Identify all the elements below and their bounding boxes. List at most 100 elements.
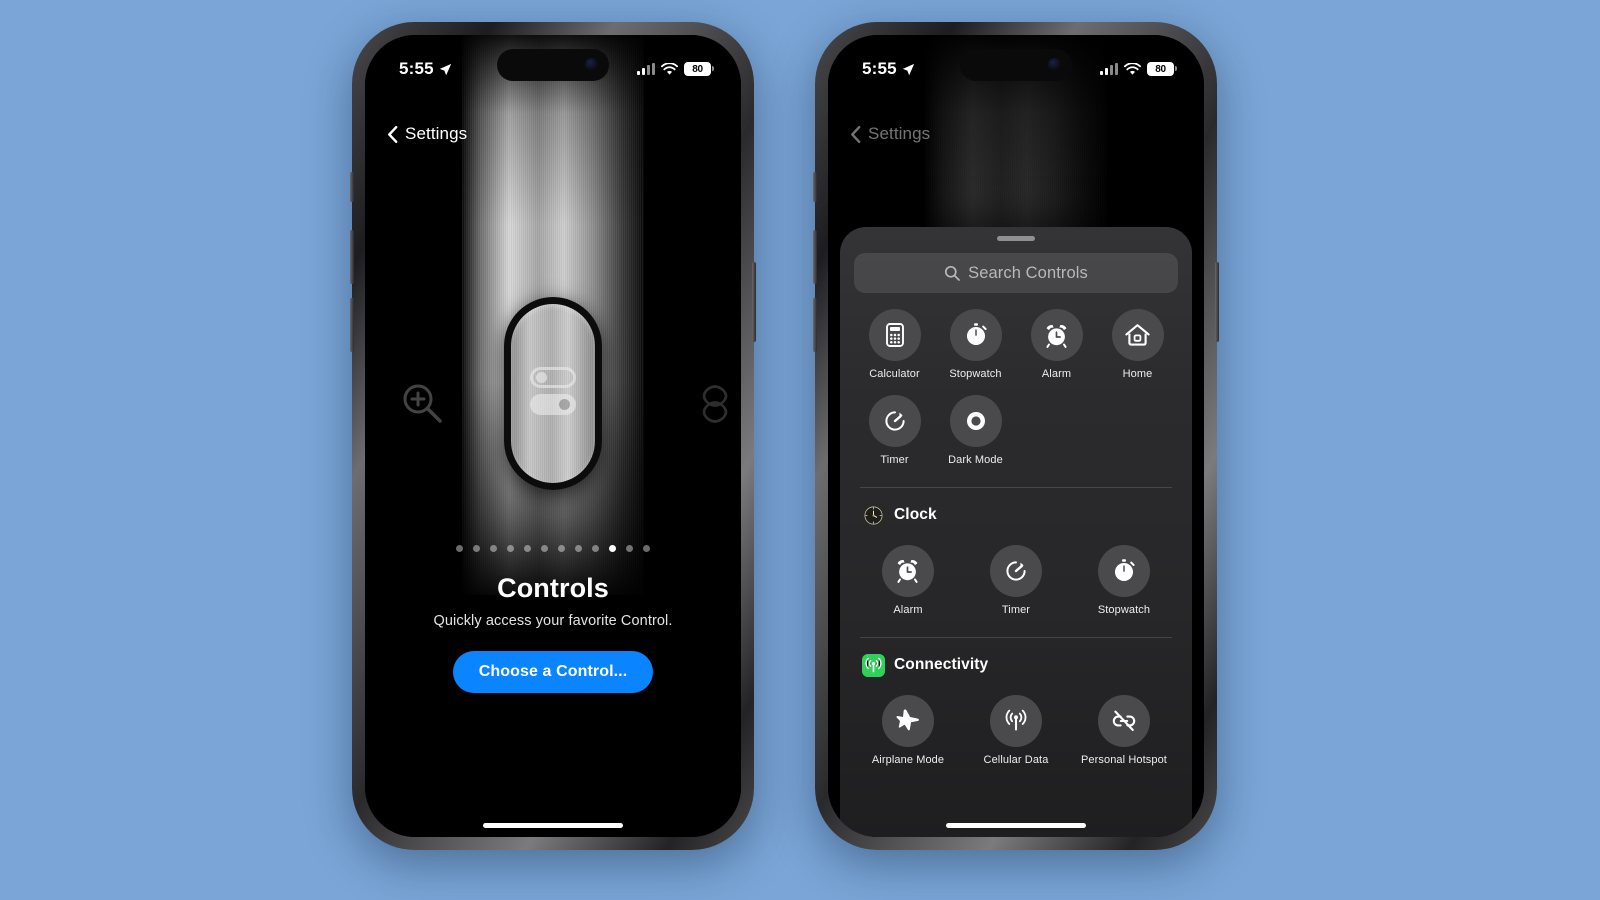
control-tile[interactable]: Timer [854, 394, 935, 467]
toggle-switch-off-glyph [530, 366, 576, 388]
page-dot[interactable] [490, 545, 497, 552]
back-label: Settings [405, 124, 468, 143]
status-bar-left: 5:55 80 [365, 35, 741, 89]
control-label: Calculator [869, 368, 920, 380]
magnifier-plus-icon[interactable] [399, 380, 445, 431]
control-label: Dark Mode [948, 453, 1003, 466]
dark-mode-contrast-icon [949, 394, 1002, 447]
navigation-bar-right: Settings [828, 113, 1204, 155]
control-grid-suggested: Calculator Stopwatch Alarm Home Timer Dark Mo… [846, 293, 1186, 481]
page-title: Controls [497, 573, 609, 603]
alarm-clock-icon [1030, 309, 1083, 361]
phone-right: 5:55 80 Settings Search Controls Calcula… [813, 22, 1219, 850]
battery-level: 80 [1155, 63, 1166, 75]
connectivity-app-icon [862, 653, 885, 677]
page-dot[interactable] [524, 545, 531, 552]
navigation-bar-left: Settings [365, 113, 741, 155]
airplane-icon [881, 694, 934, 747]
controls-picker-sheet: Search Controls Calculator Stopwatch Alarm… [840, 227, 1192, 837]
page-subtitle: Quickly access your favorite Control. [433, 613, 673, 629]
control-label: Alarm [893, 603, 923, 616]
battery-level: 80 [692, 63, 703, 75]
power-button[interactable] [1215, 262, 1219, 342]
page-dot[interactable] [456, 545, 463, 552]
control-tile[interactable]: Personal Hotspot [1070, 694, 1178, 767]
control-label: Timer [1001, 603, 1031, 616]
toggle-switch-on-glyph [530, 393, 576, 415]
sheet-grabber-handle[interactable] [997, 236, 1035, 241]
status-time: 5:55 [399, 59, 434, 78]
controls-list[interactable]: Calculator Stopwatch Alarm Home Timer Dark Mo… [840, 293, 1192, 837]
stopwatch-icon [1097, 544, 1150, 597]
controls-intro-screen: Controls Quickly access your favorite Co… [365, 35, 741, 837]
battery-indicator: 80 [1147, 62, 1177, 76]
phone-left-screen: Controls Quickly access your favorite Co… [365, 35, 741, 837]
search-controls-input[interactable]: Search Controls [854, 253, 1178, 293]
back-label: Settings [868, 124, 931, 143]
control-tile[interactable]: Calculator [854, 309, 935, 381]
section-title: Connectivity [894, 656, 989, 674]
toggle-switch-glyphs [530, 366, 576, 421]
page-dot[interactable] [643, 545, 650, 552]
page-dot[interactable] [609, 545, 616, 552]
page-dot[interactable] [541, 545, 548, 552]
control-label: Personal Hotspot [1080, 753, 1167, 766]
choose-a-control-button[interactable]: Choose a Control... [452, 651, 654, 693]
cellular-antenna-icon [989, 694, 1042, 747]
control-label: Airplane Mode [871, 753, 945, 766]
home-indicator[interactable] [946, 823, 1086, 828]
back-to-settings-button[interactable]: Settings [850, 124, 930, 144]
control-label: Alarm [1041, 368, 1072, 380]
control-label: Cellular Data [983, 753, 1049, 766]
page-dot[interactable] [507, 545, 514, 552]
control-tile[interactable]: Stopwatch [935, 309, 1016, 381]
hotspot-link-slash-icon [1097, 694, 1150, 747]
control-label: Stopwatch [1097, 603, 1151, 616]
shapes-icon[interactable] [693, 380, 741, 431]
control-label: Timer [880, 453, 909, 466]
control-tile[interactable]: Stopwatch [1070, 544, 1178, 617]
battery-indicator: 80 [684, 62, 714, 76]
page-dot[interactable] [558, 545, 565, 552]
control-tile[interactable]: Cellular Data [962, 694, 1070, 767]
volume-down-button[interactable] [813, 298, 817, 352]
location-arrow-icon [902, 63, 915, 75]
timer-icon [989, 544, 1042, 597]
chevron-left-icon [851, 125, 861, 143]
home-indicator[interactable] [483, 823, 623, 828]
page-dot[interactable] [575, 545, 582, 552]
volume-up-button[interactable] [350, 230, 354, 284]
volume-up-button[interactable] [813, 230, 817, 284]
volume-down-button[interactable] [350, 298, 354, 352]
control-tile[interactable]: Airplane Mode [854, 694, 962, 767]
phone-right-screen: 5:55 80 Settings Search Controls Calcula… [828, 35, 1204, 837]
status-bar-right: 5:55 80 [828, 35, 1204, 89]
wifi-icon [1124, 62, 1141, 75]
location-arrow-icon [439, 63, 452, 75]
control-tile[interactable]: Alarm [1016, 309, 1097, 381]
control-tile[interactable]: Timer [962, 544, 1070, 617]
status-time: 5:55 [862, 59, 897, 78]
control-tile[interactable]: Alarm [854, 544, 962, 617]
hero-text-block: Controls Quickly access your favorite Co… [365, 573, 741, 693]
phone-left: Controls Quickly access your favorite Co… [350, 22, 756, 850]
silent-switch[interactable] [813, 172, 817, 202]
control-tile[interactable]: Home [1097, 309, 1178, 381]
page-dot[interactable] [626, 545, 633, 552]
page-indicator[interactable] [365, 545, 741, 552]
power-button[interactable] [752, 262, 756, 342]
page-dot[interactable] [473, 545, 480, 552]
page-dot[interactable] [592, 545, 599, 552]
cellular-bars-icon [637, 63, 655, 75]
control-label: Stopwatch [949, 368, 1002, 380]
wifi-icon [661, 62, 678, 75]
calculator-icon [868, 309, 921, 361]
stopwatch-icon [949, 309, 1002, 361]
control-tile[interactable]: Dark Mode [935, 394, 1016, 467]
control-grid-clock: Alarm Timer Stopwatch [846, 529, 1186, 631]
back-to-settings-button[interactable]: Settings [387, 124, 467, 144]
section-header-connectivity: Connectivity [846, 638, 1186, 679]
silent-switch[interactable] [350, 172, 354, 202]
timer-icon [868, 394, 921, 447]
section-title: Clock [894, 506, 937, 524]
